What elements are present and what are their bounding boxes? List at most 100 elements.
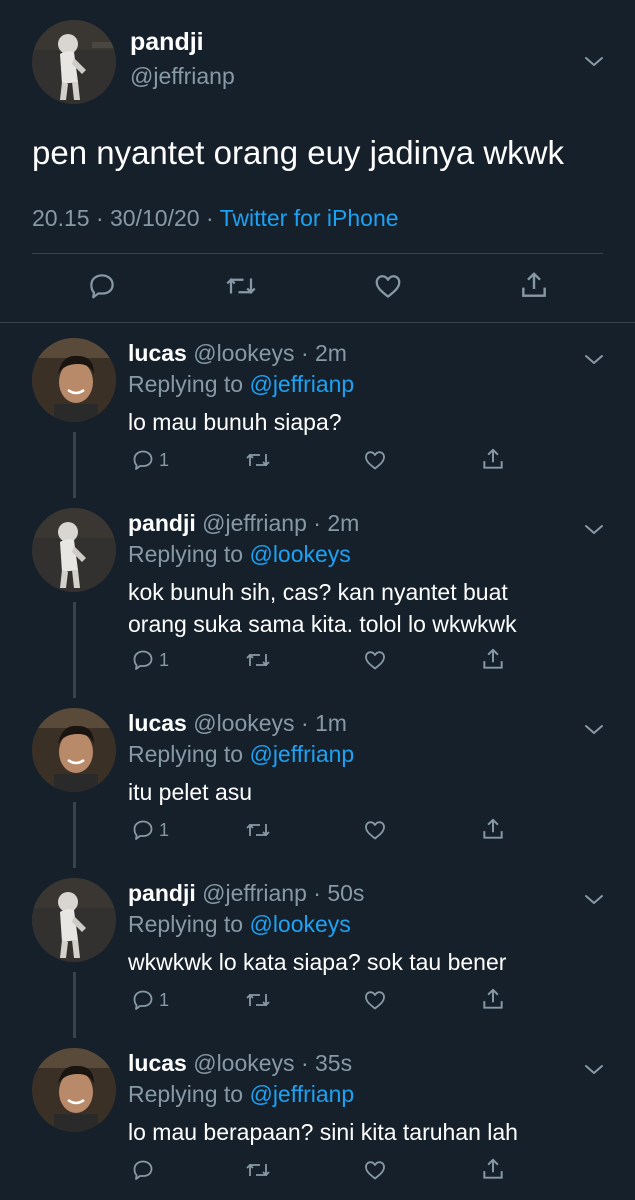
reply-author-handle[interactable]: @jeffrianp xyxy=(202,510,307,536)
avatar[interactable] xyxy=(32,20,116,104)
tweet-meta: 20.15 · 30/10/20 · Twitter for iPhone xyxy=(32,205,399,232)
reply-dot: · xyxy=(306,880,328,906)
reply-icon xyxy=(133,450,153,470)
share-button[interactable] xyxy=(518,269,550,301)
reply-author-name[interactable]: lucas xyxy=(128,1050,187,1076)
reply-button[interactable]: 1 xyxy=(131,988,169,1012)
replying-to: Replying to @jeffrianp xyxy=(128,741,354,768)
replying-mention[interactable]: @jeffrianp xyxy=(249,1081,354,1107)
retweet-button[interactable] xyxy=(244,988,272,1012)
retweet-button[interactable] xyxy=(244,818,272,842)
reply-time: 50s xyxy=(327,880,365,906)
reply-tweet[interactable]: pandji @jeffrianp · 2m Replying to @look… xyxy=(0,508,635,688)
reply-button[interactable] xyxy=(87,271,117,301)
chevron-down-icon[interactable] xyxy=(582,518,606,547)
share-button[interactable] xyxy=(480,986,506,1012)
avatar[interactable] xyxy=(32,878,116,962)
replying-prefix: Replying to xyxy=(128,741,244,767)
reply-button[interactable]: 1 xyxy=(131,818,169,842)
tweet-actions xyxy=(0,263,635,309)
main-tweet: pandji @jeffrianp pen nyantet orang euy … xyxy=(0,0,635,323)
reply-text: wkwkwk lo kata siapa? sok tau bener xyxy=(128,946,608,978)
like-button[interactable] xyxy=(363,448,387,472)
share-icon xyxy=(483,1158,503,1179)
reply-dot: · xyxy=(294,1050,316,1076)
chevron-down-icon[interactable] xyxy=(582,348,606,377)
reply-author-handle[interactable]: @jeffrianp xyxy=(202,880,307,906)
reply-button[interactable]: 1 xyxy=(131,448,169,472)
tweet-time: 20.15 xyxy=(32,205,90,231)
reply-text-line: wkwkwk lo kata siapa? sok tau bener xyxy=(128,949,507,975)
avatar[interactable] xyxy=(32,508,116,592)
reply-text: lo mau berapaan? sini kita taruhan lah xyxy=(128,1116,608,1148)
share-button[interactable] xyxy=(480,446,506,472)
retweet-button[interactable] xyxy=(244,648,272,672)
reply-author-name[interactable]: lucas xyxy=(128,710,187,736)
share-button[interactable] xyxy=(480,646,506,672)
retweet-button[interactable] xyxy=(244,448,272,472)
reply-tweet[interactable]: lucas @lookeys · 2m Replying to @jeffria… xyxy=(0,338,635,488)
reply-tweet[interactable]: pandji @jeffrianp · 50s Replying to @loo… xyxy=(0,878,635,1028)
reply-actions: 1 xyxy=(0,988,635,1018)
like-button[interactable] xyxy=(363,1158,387,1182)
reply-author-handle[interactable]: @lookeys xyxy=(193,340,294,366)
reply-button[interactable] xyxy=(131,1158,159,1182)
author-handle[interactable]: @jeffrianp xyxy=(130,63,235,90)
reply-author-name[interactable]: lucas xyxy=(128,340,187,366)
replying-to: Replying to @lookeys xyxy=(128,541,351,568)
retweet-button[interactable] xyxy=(224,271,258,301)
replying-prefix: Replying to xyxy=(128,911,244,937)
replying-mention[interactable]: @lookeys xyxy=(249,541,350,567)
reply-author-handle[interactable]: @lookeys xyxy=(193,710,294,736)
replying-mention[interactable]: @lookeys xyxy=(249,911,350,937)
avatar[interactable] xyxy=(32,1048,116,1132)
reply-icon xyxy=(133,820,153,840)
tweet-source-link[interactable]: Twitter for iPhone xyxy=(220,205,399,231)
reply-count: 1 xyxy=(159,649,170,670)
chevron-down-icon[interactable] xyxy=(582,718,606,747)
avatar[interactable] xyxy=(32,338,116,422)
retweet-icon xyxy=(226,278,256,294)
retweet-icon xyxy=(246,823,270,837)
reply-dot: · xyxy=(294,710,316,736)
retweet-icon xyxy=(246,1163,270,1177)
replying-to: Replying to @lookeys xyxy=(128,911,351,938)
chevron-down-icon[interactable] xyxy=(582,888,606,917)
reply-time: 35s xyxy=(315,1050,353,1076)
like-icon xyxy=(365,821,385,840)
share-button[interactable] xyxy=(480,1156,506,1182)
reply-author-name[interactable]: pandji xyxy=(128,510,196,536)
like-button[interactable] xyxy=(363,988,387,1012)
reply-tweet[interactable]: lucas @lookeys · 1m Replying to @jeffria… xyxy=(0,708,635,858)
share-icon xyxy=(522,272,546,297)
chevron-down-icon[interactable] xyxy=(582,1058,606,1087)
chevron-down-icon[interactable] xyxy=(582,50,606,79)
reply-author-handle[interactable]: @lookeys xyxy=(193,1050,294,1076)
like-button[interactable] xyxy=(363,648,387,672)
reply-author-name[interactable]: pandji xyxy=(128,880,196,906)
reply-icon xyxy=(133,1160,153,1180)
reply-text: kok bunuh sih, cas? kan nyantet buat ora… xyxy=(128,576,608,640)
replying-mention[interactable]: @jeffrianp xyxy=(249,741,354,767)
replying-prefix: Replying to xyxy=(128,541,244,567)
retweet-icon xyxy=(246,453,270,467)
like-icon xyxy=(365,1161,385,1180)
reply-text: lo mau bunuh siapa? xyxy=(128,406,608,438)
replying-mention[interactable]: @jeffrianp xyxy=(249,371,354,397)
reply-time: 1m xyxy=(315,710,347,736)
reply-actions: 1 xyxy=(0,648,635,678)
reply-header: lucas @lookeys · 2m xyxy=(128,340,347,367)
reply-button[interactable]: 1 xyxy=(131,648,169,672)
like-icon xyxy=(375,275,401,298)
share-icon xyxy=(483,448,503,469)
share-button[interactable] xyxy=(480,816,506,842)
replying-to: Replying to @jeffrianp xyxy=(128,1081,354,1108)
like-button[interactable] xyxy=(363,818,387,842)
author-name[interactable]: pandji xyxy=(130,28,204,57)
like-button[interactable] xyxy=(373,271,403,301)
retweet-button[interactable] xyxy=(244,1158,272,1182)
divider xyxy=(32,253,603,254)
divider xyxy=(0,322,635,323)
avatar[interactable] xyxy=(32,708,116,792)
reply-tweet[interactable]: lucas @lookeys · 35s Replying to @jeffri… xyxy=(0,1048,635,1198)
